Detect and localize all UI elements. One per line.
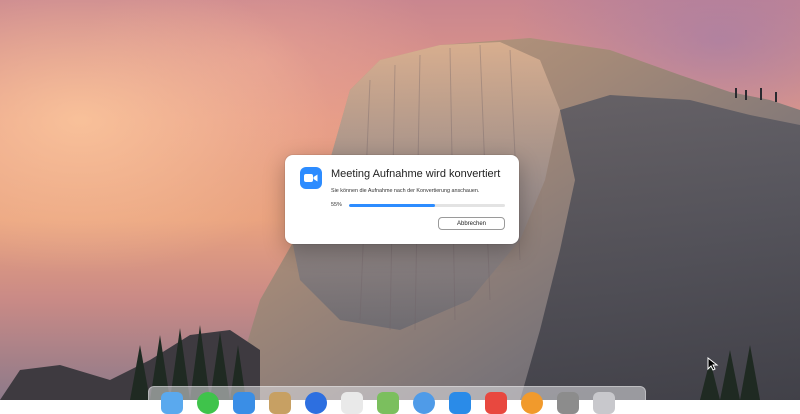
- music-icon[interactable]: [485, 392, 507, 414]
- settings-icon[interactable]: [557, 392, 579, 414]
- dialog-message: Sie können die Aufnahme nach der Konvert…: [331, 188, 480, 194]
- messages-icon[interactable]: [197, 392, 219, 414]
- mouse-cursor-icon: [707, 357, 719, 371]
- progress-percent-label: 55%: [331, 202, 342, 208]
- notes-icon[interactable]: [269, 392, 291, 414]
- mail-icon[interactable]: [413, 392, 435, 414]
- dialog-title: Meeting Aufnahme wird konvertiert: [331, 168, 501, 180]
- app-store-icon[interactable]: [449, 392, 471, 414]
- progress-bar: [349, 204, 505, 207]
- dock: [148, 386, 646, 414]
- photos-icon[interactable]: [377, 392, 399, 414]
- zoom-icon[interactable]: [305, 392, 327, 414]
- preview-icon[interactable]: [341, 392, 363, 414]
- finder-icon[interactable]: [161, 392, 183, 414]
- books-icon[interactable]: [521, 392, 543, 414]
- progress-bar-fill: [349, 204, 435, 207]
- zoom-video-icon: [300, 167, 322, 189]
- cancel-button[interactable]: Abbrechen: [438, 217, 505, 230]
- trash-icon[interactable]: [593, 392, 615, 414]
- conversion-dialog: Meeting Aufnahme wird konvertiert Sie kö…: [285, 155, 519, 244]
- safari-icon[interactable]: [233, 392, 255, 414]
